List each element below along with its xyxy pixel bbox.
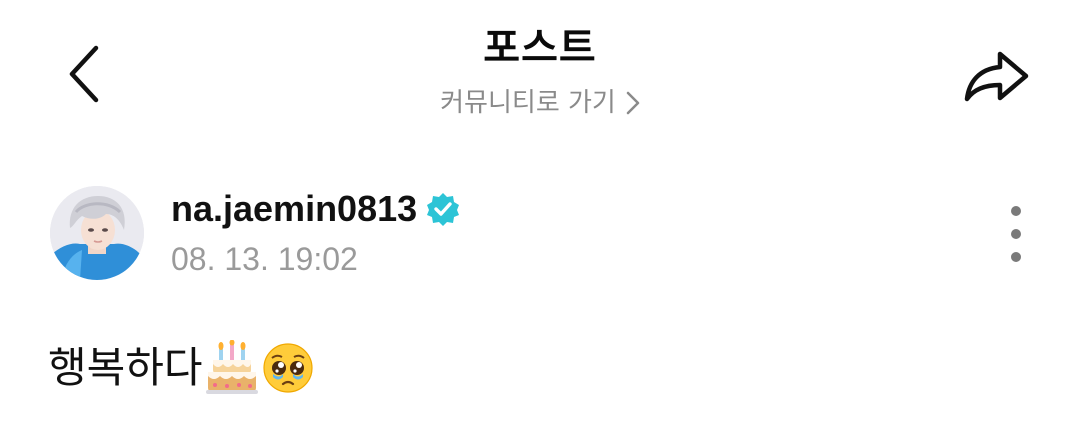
more-options-button[interactable] xyxy=(996,206,1036,262)
share-arrow-icon xyxy=(964,51,1029,102)
post-content: 행복하다 xyxy=(48,338,315,398)
profile-photo xyxy=(50,186,144,280)
birthday-cake-icon xyxy=(205,340,259,396)
post-timestamp: 08. 13. 19:02 xyxy=(171,241,358,277)
author-name-row[interactable]: na.jaemin0813 xyxy=(171,186,461,232)
chevron-right-icon xyxy=(626,91,640,115)
verified-badge-icon xyxy=(425,191,461,227)
post-page: 포스트 커뮤니티로 가기 na.jaemin0813 08. 13. 19:02… xyxy=(0,0,1080,444)
author-name: na.jaemin0813 xyxy=(171,188,418,229)
post-text: 행복하다 xyxy=(48,343,203,392)
page-title: 포스트 xyxy=(483,25,597,71)
go-to-community-link[interactable]: 커뮤니티로 가기 xyxy=(440,86,640,120)
community-link-label: 커뮤니티로 가기 xyxy=(440,88,616,118)
avatar[interactable] xyxy=(50,186,144,280)
more-vertical-icon xyxy=(1011,206,1021,216)
header: 포스트 커뮤니티로 가기 xyxy=(0,22,1080,120)
share-button[interactable] xyxy=(958,44,1036,108)
pleading-face-icon xyxy=(261,341,315,395)
